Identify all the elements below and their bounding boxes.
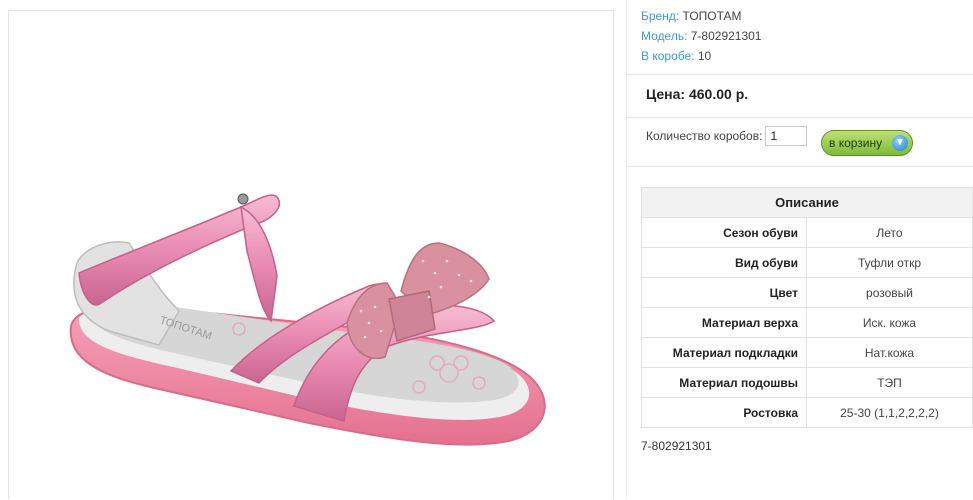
spec-header-row: Описание: [641, 187, 973, 218]
box-count-row: В коробе: 10: [641, 46, 761, 66]
spec-key: Материал подкладки: [641, 337, 807, 368]
cart-icon: ▼: [892, 135, 908, 151]
table-row: Материал подкладки Нат.кожа: [641, 337, 973, 368]
spec-value: Иск. кожа: [806, 307, 973, 338]
brand-row: Бренд: ТОПОТАМ: [641, 6, 761, 26]
table-row: Вид обуви Туфли откр: [641, 247, 973, 278]
table-row: Материал подошвы ТЭП: [641, 367, 973, 398]
spec-key: Вид обуви: [641, 247, 807, 278]
spec-value: ТЭП: [806, 367, 973, 398]
table-row: Цвет розовый: [641, 277, 973, 308]
add-to-cart-button[interactable]: в корзину ▼: [821, 130, 913, 156]
table-row: Ростовка 25-30 (1,1,2,2,2,2): [641, 397, 973, 428]
separator: [627, 117, 973, 118]
spec-value: Туфли откр: [806, 247, 973, 278]
model-label: Модель:: [641, 29, 688, 43]
box-count-label: В коробе:: [641, 49, 695, 63]
spec-value: 25-30 (1,1,2,2,2,2): [806, 397, 973, 428]
spec-key: Сезон обуви: [641, 217, 807, 248]
quantity-input[interactable]: [765, 126, 808, 146]
spec-title: Описание: [641, 187, 973, 218]
model-value: 7-802921301: [690, 29, 762, 43]
table-row: Сезон обуви Лето: [641, 217, 973, 248]
quantity-row: Количество коробов:: [646, 126, 808, 146]
spec-key: Цвет: [641, 277, 807, 308]
quantity-label: Количество коробов:: [646, 129, 763, 143]
spec-key: Материал подошвы: [641, 367, 807, 398]
price: Цена: 460.00 р.: [646, 86, 749, 102]
product-photo[interactable]: ТОПОТАМ: [9, 11, 615, 500]
table-row: Материал верха Иск. кожа: [641, 307, 973, 338]
spec-value: Лето: [806, 217, 973, 248]
spec-key: Материал верха: [641, 307, 807, 338]
add-to-cart-label: в корзину: [829, 136, 883, 150]
box-count-value: 10: [697, 49, 712, 63]
model-row: Модель: 7-802921301: [641, 26, 761, 46]
spec-value: Нат.кожа: [806, 337, 973, 368]
brand-label: Бренд:: [641, 9, 680, 23]
separator: [627, 74, 973, 75]
product-code: 7-802921301: [641, 439, 712, 453]
product-photo-frame[interactable]: ТОПОТАМ: [8, 10, 614, 499]
product-meta: Бренд: ТОПОТАМ Модель: 7-802921301 В кор…: [641, 6, 761, 66]
separator: [627, 166, 973, 167]
spec-table: Описание Сезон обуви Лето Вид обуви Туфл…: [641, 187, 973, 428]
brand-value: ТОПОТАМ: [682, 9, 742, 23]
spec-key: Ростовка: [641, 397, 807, 428]
spec-value: розовый: [806, 277, 973, 308]
